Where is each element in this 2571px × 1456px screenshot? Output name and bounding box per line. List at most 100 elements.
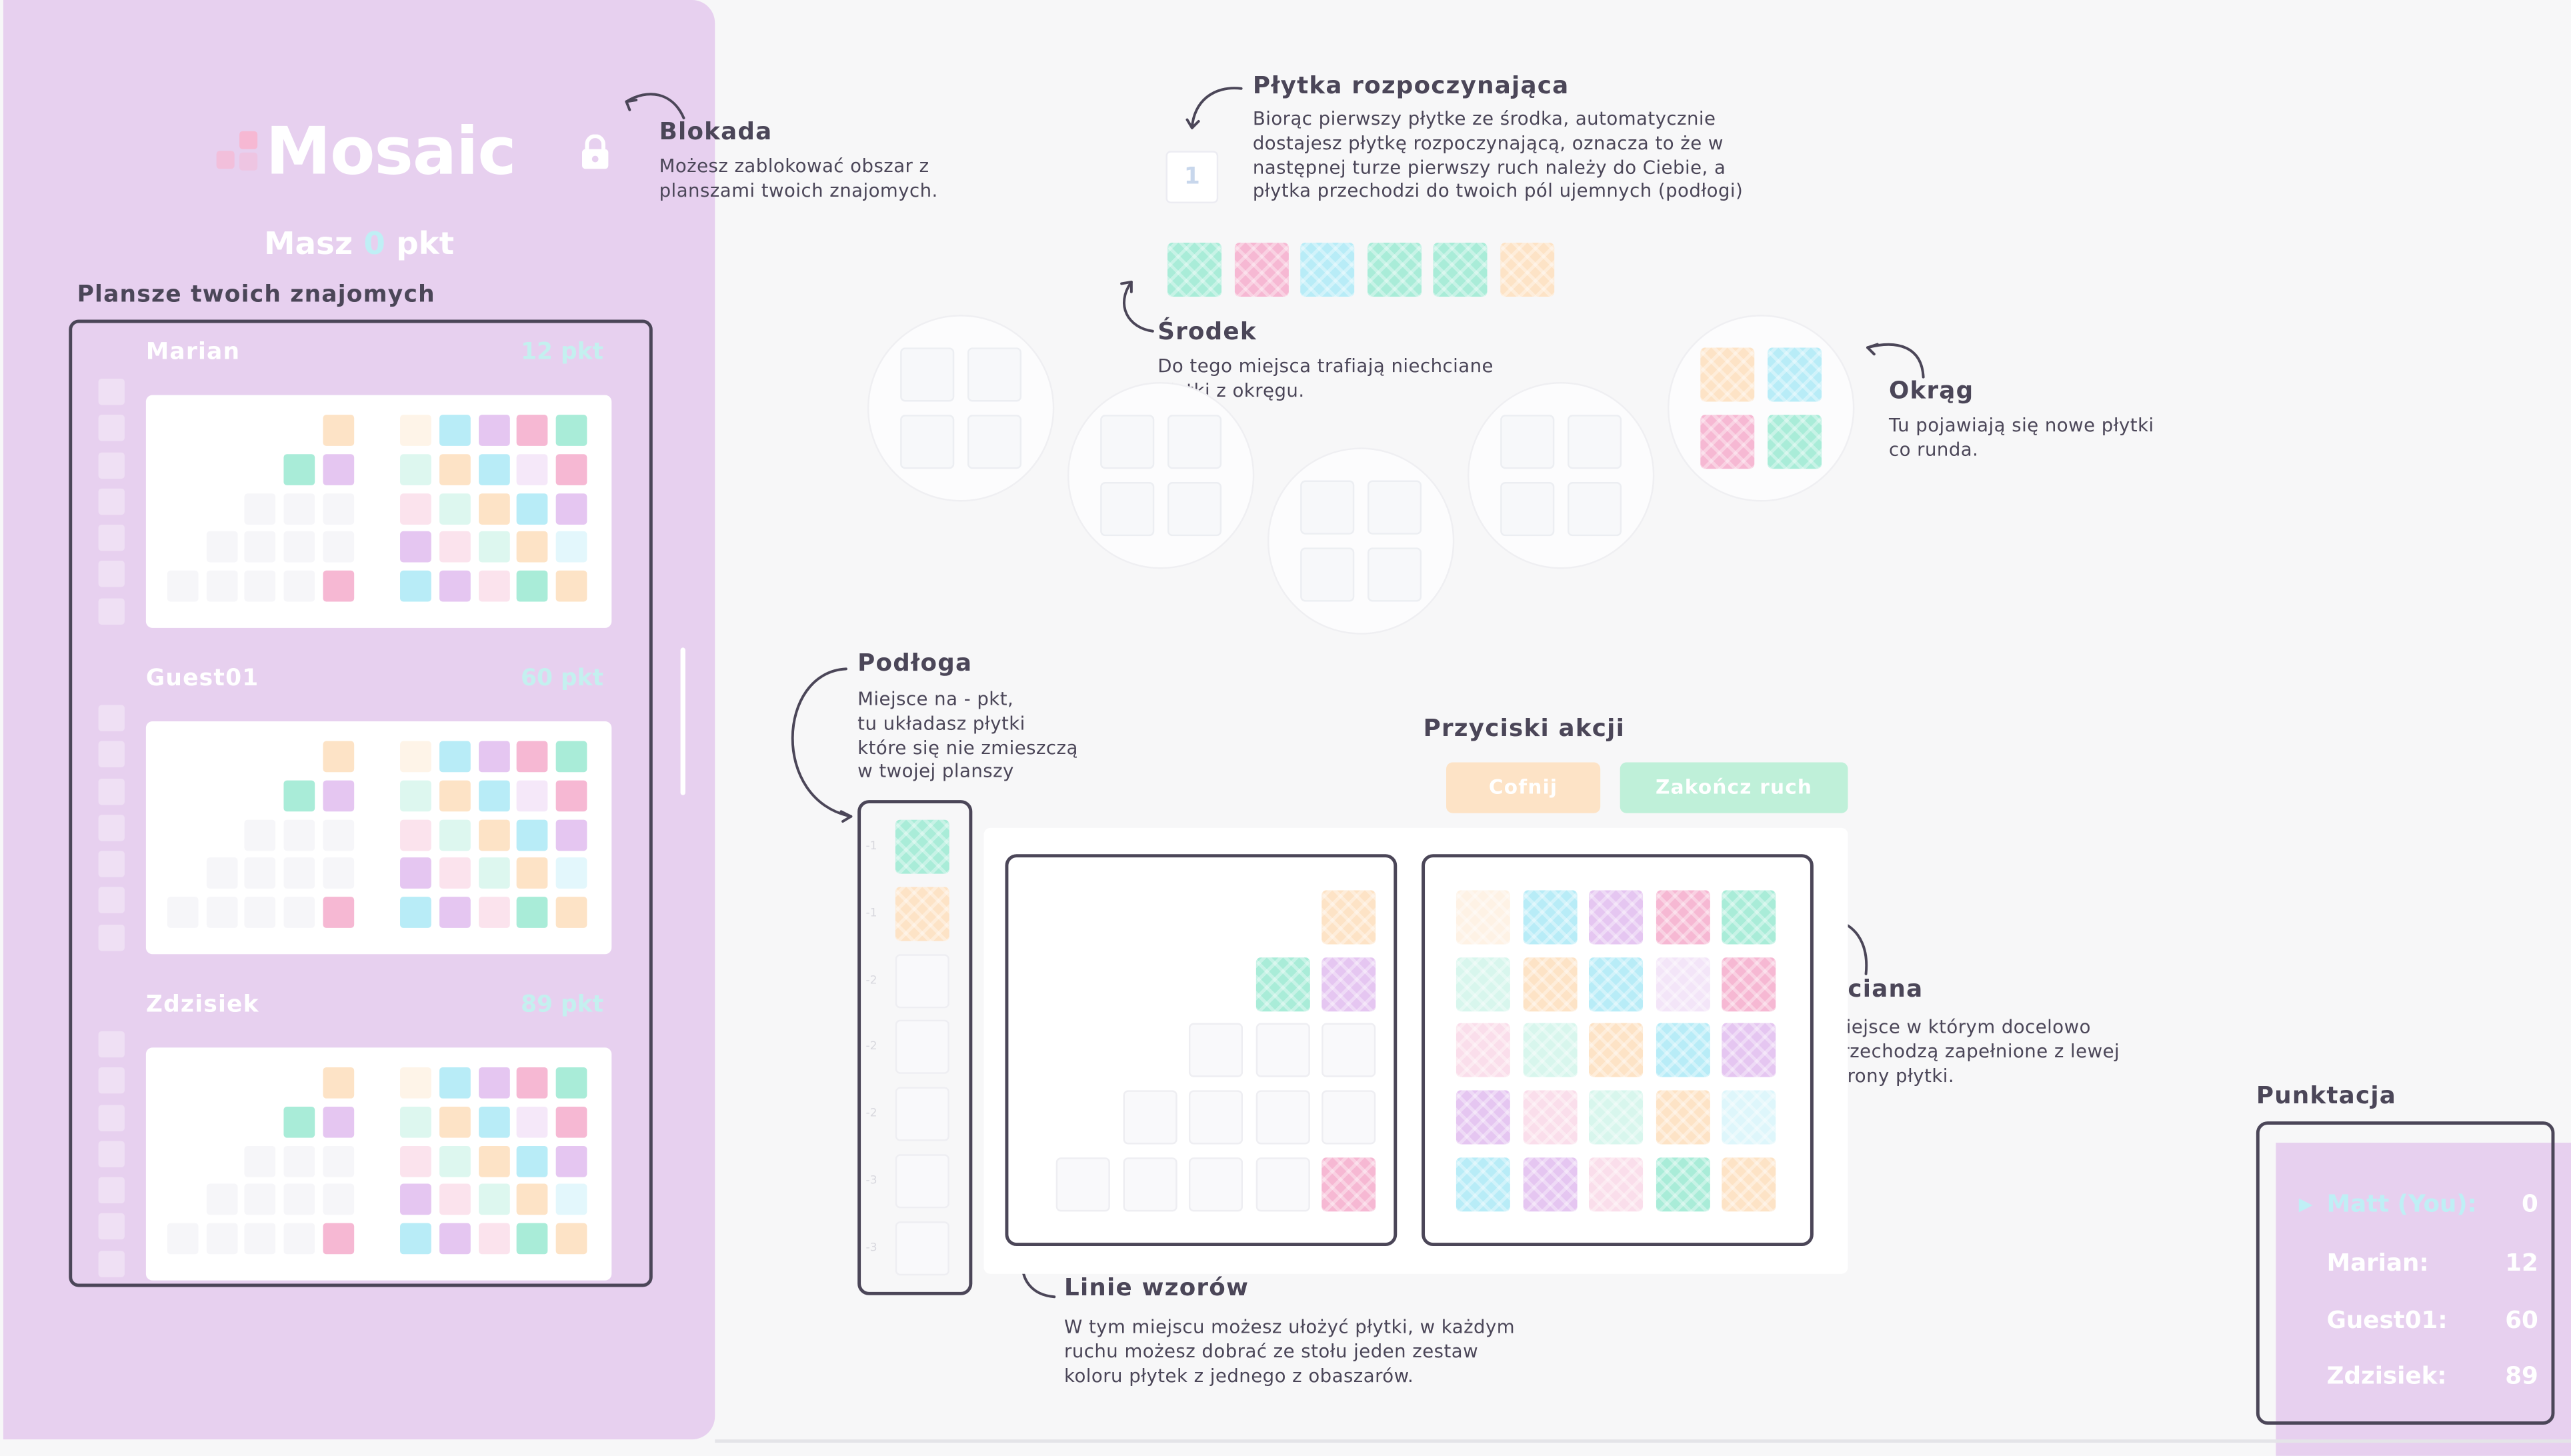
factory-circle[interactable]	[1467, 381, 1655, 569]
wall-tile[interactable]	[1588, 1023, 1644, 1078]
pattern-slot[interactable]	[1188, 1023, 1243, 1078]
factory-circle[interactable]	[1067, 381, 1255, 569]
wall-tile[interactable]	[1722, 957, 1776, 1011]
friend-wall-tile	[439, 1106, 471, 1138]
floor-slot[interactable]	[895, 1020, 949, 1075]
wall-tile[interactable]	[1722, 1090, 1776, 1145]
friend-floor-slot	[98, 1250, 125, 1277]
starting-tile[interactable]: 1	[1165, 151, 1219, 203]
wall-tile[interactable]	[1655, 1157, 1710, 1211]
friend-wall-tile	[400, 571, 431, 602]
friend-pattern-tile	[323, 1145, 355, 1177]
wall-tile[interactable]	[1522, 1023, 1577, 1078]
center-tile[interactable]	[1300, 242, 1355, 297]
wall-tile[interactable]	[1522, 957, 1577, 1011]
friend-wall-tile	[517, 1184, 549, 1216]
floor-slot[interactable]	[895, 953, 949, 1008]
friend-pattern-tile	[323, 453, 355, 485]
pattern-slot[interactable]	[1255, 1157, 1310, 1211]
pattern-slot[interactable]	[1055, 1157, 1110, 1211]
pattern-slot[interactable]	[1255, 1023, 1310, 1078]
friend-pattern-tile	[283, 1223, 315, 1255]
wall-tile[interactable]	[1456, 890, 1510, 945]
pattern-slot[interactable]	[1122, 1090, 1177, 1145]
center-tile[interactable]	[1233, 242, 1288, 297]
floor-slot[interactable]	[895, 1154, 949, 1209]
factory-tile[interactable]	[1768, 415, 1822, 469]
wall-tile[interactable]	[1522, 1090, 1577, 1145]
factory-tile[interactable]	[1700, 415, 1755, 469]
friend-board-zdzisiek[interactable]: Zdzisiek 89 pkt	[72, 992, 649, 1303]
friend-wall-tile	[556, 780, 587, 811]
friend-pattern-tile	[283, 1145, 315, 1177]
wall-tile[interactable]	[1456, 1090, 1510, 1145]
wall-tile[interactable]	[1722, 1023, 1776, 1078]
friend-wall-tile	[478, 571, 509, 602]
friend-wall-tile	[517, 819, 549, 851]
wall-tile[interactable]	[1588, 1157, 1644, 1211]
wall-tile[interactable]	[1722, 1157, 1776, 1211]
wall-tile[interactable]	[1456, 1023, 1510, 1078]
circle-title: Okrąg	[1888, 379, 1974, 405]
pattern-tile[interactable]	[1322, 1157, 1376, 1211]
friend-pattern-tile	[283, 453, 315, 485]
wall-tile[interactable]	[1722, 890, 1776, 945]
wall-tile[interactable]	[1655, 890, 1710, 945]
friend-wall-tile	[556, 493, 587, 524]
friend-name: Guest01	[145, 665, 259, 692]
pattern-slot[interactable]	[1188, 1157, 1243, 1211]
wall-tile[interactable]	[1456, 1157, 1510, 1211]
center-tile[interactable]	[1366, 242, 1421, 297]
undo-button[interactable]: Cofnij	[1446, 762, 1601, 813]
pattern-slot[interactable]	[1322, 1023, 1376, 1078]
pattern-slot[interactable]	[1122, 1157, 1177, 1211]
pattern-slot[interactable]	[1255, 1090, 1310, 1145]
wall-tile[interactable]	[1522, 1157, 1577, 1211]
wall-tile[interactable]	[1522, 890, 1577, 945]
wall-tile[interactable]	[1655, 1090, 1710, 1145]
pattern-tile[interactable]	[1322, 957, 1376, 1011]
scrollbar[interactable]	[680, 647, 685, 795]
factory-circle[interactable]	[1668, 315, 1855, 502]
factory-tile[interactable]	[1700, 347, 1755, 402]
floor-slot[interactable]	[895, 1221, 949, 1275]
factory-circle[interactable]	[1267, 447, 1455, 635]
floor-slot[interactable]	[895, 1087, 949, 1142]
pattern-slot[interactable]	[1322, 1090, 1376, 1145]
center-tile[interactable]	[1499, 242, 1554, 297]
friend-wall-tile	[439, 1145, 471, 1177]
floor-text: Miejsce na - pkt, tu układasz płytki któr…	[857, 688, 1078, 783]
center-tile[interactable]	[1167, 242, 1222, 297]
friend-board-marian[interactable]: Marian 12 pkt	[72, 339, 649, 651]
floor-tile[interactable]	[895, 886, 949, 941]
lock-icon[interactable]	[581, 134, 610, 171]
factory-circle[interactable]	[867, 315, 1055, 502]
friend-wall-tile	[478, 858, 509, 889]
friend-wall-tile	[400, 741, 431, 773]
friend-wall-tile	[517, 897, 549, 929]
wall-tile[interactable]	[1456, 957, 1510, 1011]
wall-tile[interactable]	[1588, 957, 1644, 1011]
wall-tile[interactable]	[1588, 1090, 1644, 1145]
friend-floor-slot	[98, 1104, 125, 1131]
floor-tile[interactable]	[895, 819, 949, 874]
friend-board-guest01[interactable]: Guest01 60 pkt	[72, 665, 649, 977]
wall-tile[interactable]	[1655, 1023, 1710, 1078]
friend-wall-tile	[517, 415, 549, 446]
pattern-tile[interactable]	[1255, 957, 1310, 1011]
friend-pattern-tile	[283, 531, 315, 563]
friend-floor	[98, 379, 128, 635]
pattern-tile[interactable]	[1322, 890, 1376, 945]
factory-slot	[1500, 415, 1555, 469]
friend-pattern-tile	[245, 571, 277, 602]
pattern-slot[interactable]	[1188, 1090, 1243, 1145]
friend-pattern-tile	[323, 1106, 355, 1138]
friends-boards-panel[interactable]: Marian 12 pkt Guest01 60 pkt Zdzisiek 89…	[69, 319, 653, 1287]
factory-slot	[967, 347, 1022, 402]
factory-slot	[900, 347, 955, 402]
center-tile[interactable]	[1433, 242, 1488, 297]
wall-tile[interactable]	[1655, 957, 1710, 1011]
wall-tile[interactable]	[1588, 890, 1644, 945]
factory-tile[interactable]	[1768, 347, 1822, 402]
end-turn-button[interactable]: Zakończ ruch	[1620, 762, 1848, 813]
